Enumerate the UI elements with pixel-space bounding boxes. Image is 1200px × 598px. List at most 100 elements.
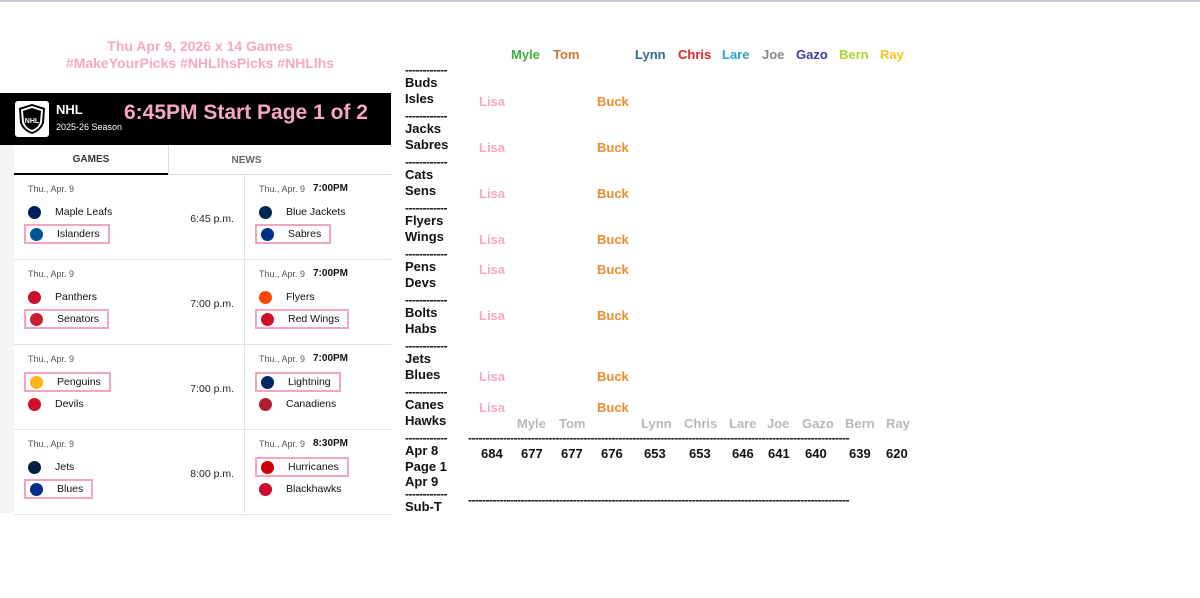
game-date: Thu., Apr. 9 bbox=[28, 439, 75, 449]
game-card[interactable]: Thu., Apr. 9 7:00PM Blue Jackets Sabres bbox=[245, 175, 391, 260]
score-value: 641 bbox=[768, 446, 790, 461]
team-row-home[interactable]: Blackhawks bbox=[255, 479, 341, 499]
team-row-away[interactable]: Maple Leafs bbox=[24, 202, 112, 222]
nhl-schedule-panel: NHL NHL 2025-26 Season 6:45PM Start Page… bbox=[0, 93, 391, 515]
team-row-away[interactable]: Panthers bbox=[24, 287, 97, 307]
matchup-team-a: Pens bbox=[405, 259, 437, 274]
matchup-block: ------------ Flyers Wings bbox=[405, 204, 447, 244]
schedule-body: GAMES NEWS Thu., Apr. 9 6:45 p.m. Maple Le… bbox=[0, 145, 391, 515]
team-logo-icon bbox=[259, 205, 272, 219]
game-card[interactable]: Thu., Apr. 9 6:45 p.m. Maple Leafs Islander… bbox=[14, 175, 244, 260]
team-row-home[interactable]: Sabres bbox=[255, 224, 332, 244]
game-card[interactable]: Thu., Apr. 9 7:00 p.m. Penguins Devils bbox=[14, 345, 244, 430]
pick-buck: Buck bbox=[597, 262, 629, 277]
matchup-team-b: Wings bbox=[405, 228, 444, 244]
separator-long: ----------------------------------------… bbox=[468, 434, 850, 444]
team-logo-icon bbox=[261, 460, 274, 474]
team-row-away[interactable]: Flyers bbox=[255, 287, 315, 307]
matchup-team-b: Sens bbox=[405, 182, 437, 198]
matchup-team-a: Cats bbox=[405, 167, 434, 182]
roster-name: Myle bbox=[511, 47, 540, 62]
team-row-away[interactable]: Penguins bbox=[24, 372, 111, 392]
team-logo-icon bbox=[28, 205, 41, 219]
game-time: 8:00 p.m. bbox=[190, 468, 234, 480]
matchup-team-a: Buds bbox=[405, 75, 438, 90]
team-row-away[interactable]: Lightning bbox=[255, 372, 341, 392]
pick-buck: Buck bbox=[597, 186, 629, 201]
team-name: Penguins bbox=[57, 376, 101, 388]
separator-dashes: ------------ bbox=[405, 296, 447, 305]
pick-lisa: Lisa bbox=[479, 140, 506, 155]
team-name: Blues bbox=[57, 483, 84, 495]
separator-dashes: ------------ bbox=[405, 250, 447, 259]
nhl-header-bar: NHL NHL 2025-26 Season 6:45PM Start Page… bbox=[0, 93, 391, 145]
team-row-away[interactable]: Blue Jackets bbox=[255, 202, 346, 222]
matchup-team-b: Blues bbox=[405, 366, 441, 382]
apr8-label: Apr 8 bbox=[405, 443, 439, 458]
matchup-team-b: Hawks bbox=[405, 412, 447, 428]
team-row-home[interactable]: Canadiens bbox=[255, 394, 336, 414]
game-time: 7:00PM bbox=[313, 183, 349, 194]
game-card[interactable]: Thu., Apr. 9 8:30PM Hurricanes Blackhawks bbox=[245, 430, 391, 515]
pick-lisa: Lisa bbox=[479, 232, 506, 247]
matchup-team-a: Jacks bbox=[405, 121, 442, 136]
standings-name: Gazo bbox=[802, 416, 834, 431]
promo-date-line: Thu Apr 9, 2026 x 14 Games bbox=[107, 38, 293, 54]
team-name: Lightning bbox=[288, 376, 331, 388]
game-time: 7:00 p.m. bbox=[190, 298, 234, 310]
matchup-block: ------------ Cats Sens bbox=[405, 158, 447, 198]
team-logo-icon bbox=[30, 375, 43, 389]
separator-dashes: ------------ bbox=[405, 489, 447, 499]
team-row-home[interactable]: Senators bbox=[24, 309, 110, 329]
team-row-home[interactable]: Devils bbox=[24, 394, 84, 414]
game-date: Thu., Apr. 9 bbox=[259, 439, 306, 449]
standings-name: Bern bbox=[845, 416, 875, 431]
standings-name: Lare bbox=[729, 416, 757, 431]
pick-lisa: Lisa bbox=[479, 369, 506, 384]
team-name: Senators bbox=[57, 313, 100, 325]
roster-name: Lare bbox=[722, 47, 750, 62]
roster-name: Chris bbox=[678, 47, 712, 62]
team-logo-icon bbox=[30, 227, 43, 241]
pick-buck: Buck bbox=[597, 308, 629, 323]
matchup-team-a: Bolts bbox=[405, 305, 438, 320]
game-card[interactable]: Thu., Apr. 9 7:00 p.m. Panthers Senators bbox=[14, 260, 244, 345]
team-name: Jets bbox=[55, 461, 75, 473]
tab-news[interactable]: NEWS bbox=[168, 145, 324, 175]
score-value: 620 bbox=[886, 446, 908, 461]
team-row-away[interactable]: Jets bbox=[24, 457, 74, 477]
roster-name: Gazo bbox=[796, 47, 828, 62]
team-row-home[interactable]: Islanders bbox=[24, 224, 110, 244]
pick-buck: Buck bbox=[597, 140, 629, 155]
standings-name: Joe bbox=[767, 416, 790, 431]
standings-name: Lynn bbox=[641, 416, 672, 431]
team-row-home[interactable]: Blues bbox=[24, 479, 94, 499]
standings-name: Ray bbox=[886, 416, 910, 431]
score-value: 653 bbox=[644, 446, 666, 461]
roster-name: Bern bbox=[839, 47, 869, 62]
pick-buck: Buck bbox=[597, 94, 629, 109]
team-logo-icon bbox=[30, 482, 43, 496]
team-name: Canadiens bbox=[286, 398, 337, 410]
nhl-shield-icon: NHL bbox=[15, 101, 49, 137]
game-card[interactable]: Thu., Apr. 9 7:00PM Flyers Red Wings bbox=[245, 260, 391, 345]
team-name: Maple Leafs bbox=[55, 206, 113, 218]
game-time: 6:45 p.m. bbox=[190, 213, 234, 225]
game-card[interactable]: Thu., Apr. 9 7:00PM Lightning Canadiens bbox=[245, 345, 391, 430]
team-row-home[interactable]: Red Wings bbox=[255, 309, 350, 329]
team-logo-icon bbox=[28, 290, 41, 304]
game-date: Thu., Apr. 9 bbox=[28, 354, 75, 364]
pick-lisa: Lisa bbox=[479, 400, 506, 415]
game-card[interactable]: Thu., Apr. 9 8:00 p.m. Jets Blues bbox=[14, 430, 244, 515]
score-value: 653 bbox=[689, 446, 711, 461]
schedule-tabs: GAMES NEWS bbox=[14, 145, 391, 175]
team-name: Panthers bbox=[55, 291, 98, 303]
tab-games[interactable]: GAMES bbox=[14, 145, 168, 175]
team-logo-icon bbox=[28, 460, 41, 474]
season-label: 2025-26 Season bbox=[56, 122, 123, 132]
score-value: 684 bbox=[481, 446, 503, 461]
game-date: Thu., Apr. 9 bbox=[259, 184, 306, 194]
team-row-away[interactable]: Hurricanes bbox=[255, 457, 349, 477]
game-date: Thu., Apr. 9 bbox=[259, 354, 306, 364]
game-time: 7:00 p.m. bbox=[190, 383, 234, 395]
